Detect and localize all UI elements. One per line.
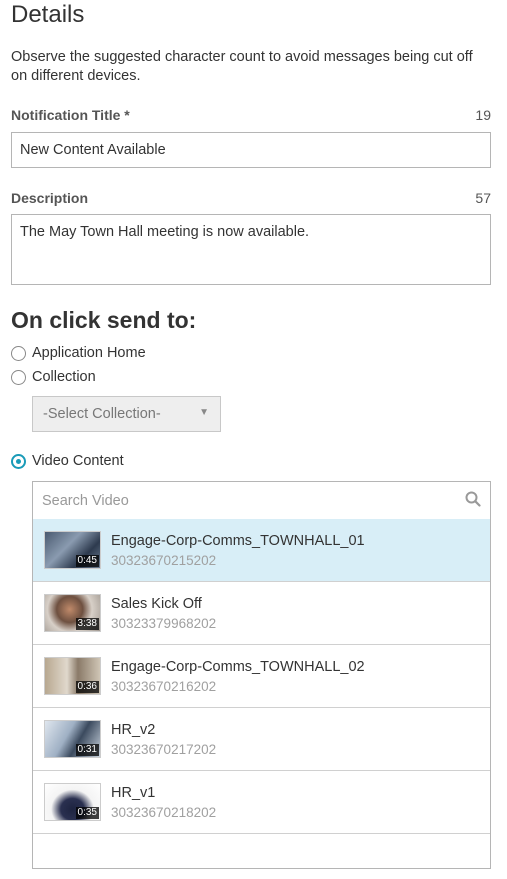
video-duration: 0:31 [75, 744, 99, 756]
collection-select-value: -Select Collection- [43, 406, 161, 422]
video-thumbnail: 0:36 [44, 657, 101, 695]
radio-video-content[interactable]: Video Content [11, 451, 124, 471]
page-title: Details [11, 1, 85, 28]
video-list-item[interactable]: 0:45 Engage-Corp-Comms_TOWNHALL_01 30323… [33, 519, 490, 582]
radio-label: Collection [32, 369, 96, 385]
description-char-count: 57 [475, 190, 491, 206]
radio-collection[interactable]: Collection [11, 367, 96, 387]
video-thumbnail: 0:45 [44, 531, 101, 569]
help-text: Observe the suggested character count to… [11, 49, 473, 84]
video-list: 0:45 Engage-Corp-Comms_TOWNHALL_01 30323… [32, 519, 491, 869]
video-name: HR_v2 [111, 722, 156, 738]
radio-button[interactable] [11, 345, 26, 361]
radio-label: Video Content [32, 453, 124, 469]
collection-select[interactable]: -Select Collection- ▼ [32, 396, 221, 432]
search-icon[interactable] [465, 491, 481, 507]
video-list-item[interactable]: 0:35 HR_v1 30323670218202 [33, 771, 490, 834]
video-duration: 0:36 [75, 681, 99, 693]
video-search-box [32, 481, 491, 520]
notification-title-label: Notification Title * [11, 107, 130, 123]
video-duration: 0:35 [75, 807, 99, 819]
notification-title-input[interactable] [11, 132, 491, 168]
description-textarea[interactable]: The May Town Hall meeting is now availab… [11, 214, 491, 285]
on-click-section-title: On click send to: [11, 307, 197, 333]
video-duration: 0:45 [75, 555, 99, 567]
video-list-item[interactable]: 3:38 Sales Kick Off 30323379968202 [33, 582, 490, 645]
video-name: Sales Kick Off [111, 596, 202, 612]
radio-button[interactable] [11, 453, 26, 469]
video-id: 30323670215202 [111, 553, 217, 568]
video-id: 30323670218202 [111, 805, 217, 820]
video-search-input[interactable] [33, 482, 490, 519]
video-name: Engage-Corp-Comms_TOWNHALL_02 [111, 659, 365, 675]
caret-down-icon: ▼ [199, 407, 209, 418]
radio-application-home[interactable]: Application Home [11, 343, 146, 363]
video-id: 30323670216202 [111, 679, 217, 694]
video-thumbnail: 0:35 [44, 783, 101, 821]
notification-title-char-count: 19 [475, 107, 491, 123]
video-thumbnail: 3:38 [44, 594, 101, 632]
description-label: Description [11, 190, 89, 206]
video-list-item[interactable]: 0:31 HR_v2 30323670217202 [33, 708, 490, 771]
video-id: 30323670217202 [111, 742, 217, 757]
video-thumbnail: 0:31 [44, 720, 101, 758]
video-duration: 3:38 [75, 618, 99, 630]
video-list-item[interactable]: 0:36 Engage-Corp-Comms_TOWNHALL_02 30323… [33, 645, 490, 708]
video-id: 30323379968202 [111, 616, 217, 631]
radio-button[interactable] [11, 369, 26, 385]
radio-label: Application Home [32, 345, 146, 361]
video-name: Engage-Corp-Comms_TOWNHALL_01 [111, 533, 365, 549]
video-name: HR_v1 [111, 785, 156, 801]
